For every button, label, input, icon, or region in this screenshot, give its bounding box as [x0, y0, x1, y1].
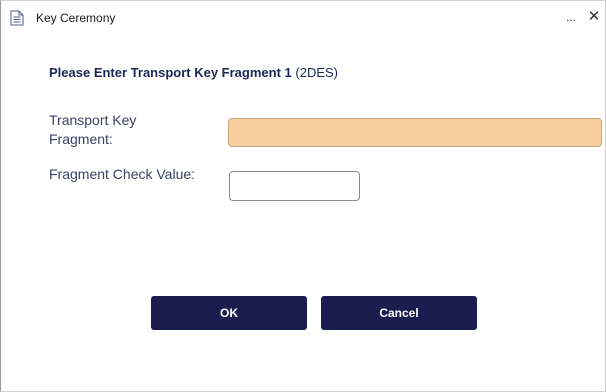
- title-bar: Key Ceremony ... ✕: [1, 1, 605, 33]
- key-ceremony-window: Key Ceremony ... ✕ Please Enter Transpor…: [0, 0, 606, 392]
- cancel-button[interactable]: Cancel: [321, 296, 477, 330]
- transport-key-fragment-label: Transport Key Fragment:: [49, 112, 137, 147]
- heading-key-type: (2DES): [295, 65, 339, 80]
- ok-button[interactable]: OK: [151, 296, 307, 330]
- more-options-button[interactable]: ...: [562, 7, 580, 27]
- transport-key-fragment-input[interactable]: [228, 118, 602, 147]
- window-title: Key Ceremony: [36, 11, 116, 25]
- dialog-heading: Please Enter Transport Key Fragment 1 (2…: [49, 65, 338, 80]
- fragment-check-value-label: Fragment Check Value:: [49, 166, 196, 182]
- close-button[interactable]: ✕: [585, 7, 603, 27]
- document-icon: [10, 10, 24, 26]
- heading-main: Please Enter Transport Key Fragment 1: [49, 65, 292, 80]
- fragment-check-value-input[interactable]: [229, 171, 360, 201]
